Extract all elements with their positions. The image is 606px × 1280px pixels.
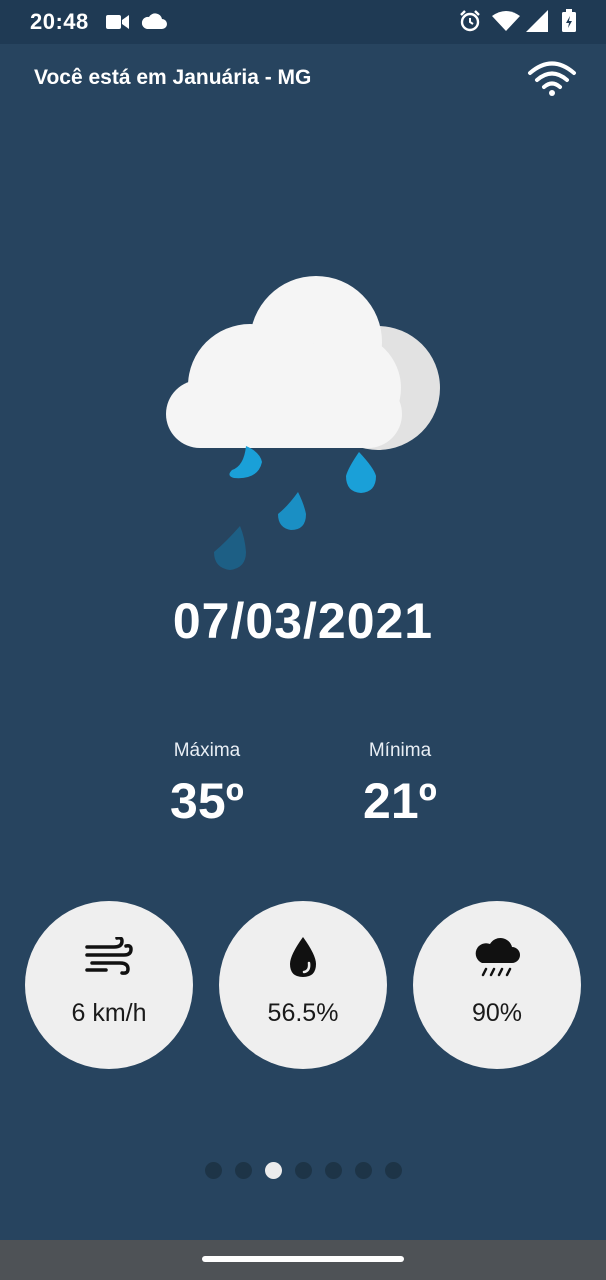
min-temperature-value: 21º bbox=[363, 773, 437, 829]
min-temperature: Mínima 21º bbox=[320, 740, 480, 830]
location-title: Você está em Januária - MG bbox=[34, 66, 312, 89]
page-dot-1[interactable] bbox=[204, 1162, 222, 1179]
cell-signal-icon bbox=[526, 10, 548, 37]
rain-probability-value: 90% bbox=[471, 999, 523, 1027]
rain-probability-card[interactable]: 90% bbox=[413, 901, 581, 1069]
wind-icon bbox=[85, 937, 133, 975]
system-navigation-bar bbox=[0, 1240, 606, 1280]
wind-speed-card[interactable]: 6 km/h bbox=[25, 901, 193, 1069]
forecast-date: 07/03/2021 bbox=[172, 593, 434, 649]
page-indicator bbox=[0, 1162, 606, 1179]
max-temperature: Máxima 35º bbox=[127, 740, 287, 830]
status-bar: 20:48 bbox=[0, 0, 606, 44]
min-temperature-label: Mínima bbox=[368, 740, 432, 761]
max-temperature-label: Máxima bbox=[173, 740, 241, 761]
rain-cloud-icon bbox=[160, 262, 450, 582]
page-dot-4[interactable] bbox=[294, 1162, 312, 1179]
page-dot-7[interactable] bbox=[384, 1162, 402, 1179]
wifi-signal-icon bbox=[492, 10, 520, 37]
rain-cloud-small-icon bbox=[475, 938, 520, 977]
cloud-icon bbox=[141, 12, 167, 35]
video-camera-icon bbox=[106, 13, 130, 36]
page-dot-2[interactable] bbox=[234, 1162, 252, 1179]
humidity-value: 56.5% bbox=[267, 999, 339, 1027]
alarm-icon bbox=[458, 9, 482, 38]
page-dot-6[interactable] bbox=[354, 1162, 372, 1179]
max-temperature-value: 35º bbox=[170, 773, 244, 829]
page-dot-5[interactable] bbox=[324, 1162, 342, 1179]
home-gesture-bar[interactable] bbox=[202, 1256, 404, 1262]
page-dot-3-active[interactable] bbox=[264, 1162, 282, 1179]
wifi-icon[interactable] bbox=[526, 60, 578, 98]
humidity-card[interactable]: 56.5% bbox=[219, 901, 387, 1069]
status-time: 20:48 bbox=[30, 9, 89, 34]
battery-icon bbox=[561, 9, 577, 38]
wind-speed-value: 6 km/h bbox=[71, 999, 147, 1027]
humidity-drop-icon bbox=[290, 937, 316, 977]
